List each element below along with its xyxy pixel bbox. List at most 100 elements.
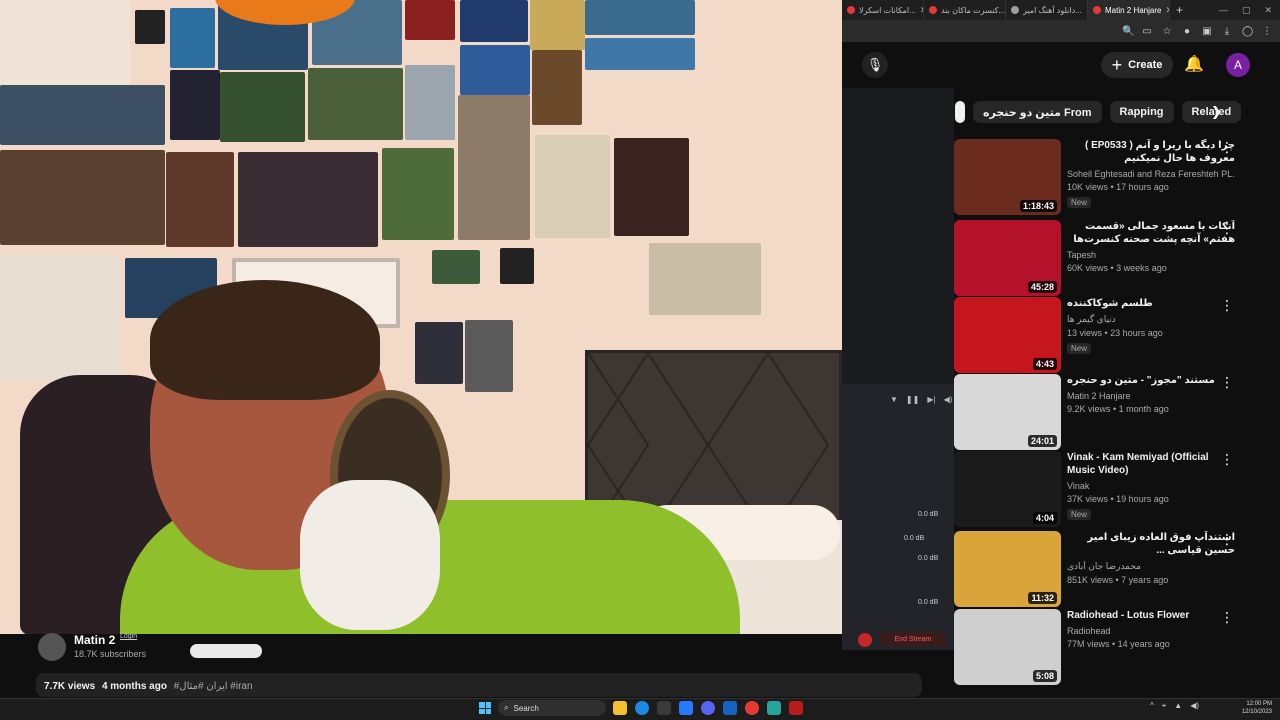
- chip-all[interactable]: [955, 101, 965, 123]
- editor-icon[interactable]: [723, 701, 737, 715]
- more-options-icon[interactable]: ⋮: [1220, 374, 1234, 391]
- cast-icon[interactable]: ▭: [1142, 26, 1152, 37]
- video-meta: Radiohead - Lotus Flower Radiohead 77M v…: [1067, 609, 1235, 649]
- video-title[interactable]: طلسم شوکاکننده: [1067, 297, 1235, 310]
- browser-tab-active[interactable]: Matin 2 Hanjare✕: [1088, 0, 1170, 20]
- close-window-icon[interactable]: ✕: [1264, 5, 1272, 16]
- db-readout: 0.0 dB: [918, 511, 939, 518]
- channel-name[interactable]: محمدرضا جان آبادی: [1067, 561, 1235, 572]
- chevron-right-icon[interactable]: ❯: [1211, 104, 1222, 120]
- channel-name[interactable]: دنیای گیمر ها: [1067, 314, 1235, 325]
- more-options-icon[interactable]: ⋮: [1220, 609, 1234, 626]
- login-link[interactable]: Login: [120, 633, 137, 640]
- video-thumbnail[interactable]: 4:43: [954, 297, 1061, 373]
- poster: [0, 85, 165, 145]
- video-thumbnail[interactable]: 24:01: [954, 374, 1061, 450]
- video-title[interactable]: Vinak - Kam Nemiyad (Official Music Vide…: [1067, 451, 1235, 477]
- channel-name[interactable]: Matin 2 Hanjare: [1067, 391, 1235, 401]
- account-avatar[interactable]: A: [1226, 53, 1250, 77]
- channel-name[interactable]: Vinak: [1067, 481, 1235, 491]
- duration-badge: 24:01: [1027, 435, 1057, 447]
- speaker-icon[interactable]: ◀): [1190, 701, 1199, 711]
- video-thumbnail[interactable]: 45:28: [954, 220, 1061, 296]
- video-thumbnail[interactable]: 1:18:43: [954, 139, 1061, 215]
- chrome-icon[interactable]: [745, 701, 759, 715]
- video-title[interactable]: آنکات با مسعود جمالی «قسمت هفتم» آنچه پش…: [1067, 220, 1235, 246]
- extension-icon[interactable]: ●: [1182, 26, 1192, 37]
- more-options-icon[interactable]: ⋮: [1220, 220, 1234, 237]
- chevron-up-icon[interactable]: ^: [1150, 701, 1154, 711]
- browser-tab[interactable]: دانلود آهنگ امیر...✕: [1006, 0, 1088, 20]
- download-icon[interactable]: ⤓: [1222, 26, 1232, 37]
- description-summary: 7.7K views 4 months ago #ایران #مثال #ir…: [44, 681, 253, 692]
- end-stream-button[interactable]: End Stream: [880, 632, 946, 646]
- obs-icon[interactable]: [789, 701, 803, 715]
- channel-avatar[interactable]: [38, 633, 66, 661]
- video-title[interactable]: Radiohead - Lotus Flower: [1067, 609, 1235, 622]
- recommendation-item[interactable]: 11:32 استندآپ فوق العاده زیبای امیر حسین…: [954, 531, 1254, 609]
- video-thumbnail[interactable]: 5:08: [954, 609, 1061, 685]
- new-tab-icon[interactable]: +: [1170, 3, 1189, 17]
- profile-icon[interactable]: ◯: [1242, 26, 1253, 37]
- recommendation-item[interactable]: 24:01 مستند "مجوز" - متین دو حنجره Matin…: [954, 374, 1254, 452]
- recommendation-item[interactable]: 4:04 Vinak - Kam Nemiyad (Official Music…: [954, 451, 1254, 529]
- terminal-icon[interactable]: [767, 701, 781, 715]
- video-meta: Vinak - Kam Nemiyad (Official Music Vide…: [1067, 451, 1235, 522]
- channel-name[interactable]: Tapesh: [1067, 250, 1235, 260]
- subscribe-button[interactable]: [190, 644, 262, 658]
- store-icon[interactable]: [657, 701, 671, 715]
- obs-media-controls[interactable]: ▼ ❚❚ ▶| ◀): [890, 395, 952, 404]
- recommendation-item[interactable]: 5:08 Radiohead - Lotus Flower Radiohead …: [954, 609, 1254, 687]
- vscode-icon[interactable]: [679, 701, 693, 715]
- video-thumbnail[interactable]: 4:04: [954, 451, 1061, 527]
- chip-from-channel[interactable]: متین دو حنجره From: [973, 101, 1102, 123]
- recommendation-item[interactable]: 45:28 آنکات با مسعود جمالی «قسمت هفتم» آ…: [954, 220, 1254, 298]
- pause-icon[interactable]: ❚❚: [906, 395, 919, 404]
- discord-icon[interactable]: [701, 701, 715, 715]
- recommendation-item[interactable]: 4:43 طلسم شوکاکننده دنیای گیمر ها 13 vie…: [954, 297, 1254, 375]
- channel-name[interactable]: Matin 2: [74, 633, 115, 647]
- bookmark-star-icon[interactable]: ☆: [1162, 26, 1172, 37]
- video-title[interactable]: مستند "مجوز" - متین دو حنجره: [1067, 374, 1235, 387]
- puzzle-icon[interactable]: ▣: [1202, 26, 1212, 37]
- hashtags[interactable]: #ایران #مثال #iran: [174, 681, 253, 692]
- window-controls: — ▢ ✕: [1219, 5, 1280, 16]
- more-options-icon[interactable]: ⋮: [1220, 451, 1234, 468]
- search-icon: ⌕: [504, 703, 509, 712]
- windows-start-icon[interactable]: [479, 702, 491, 714]
- create-button[interactable]: + Create: [1101, 52, 1173, 78]
- chip-rapping[interactable]: Rapping: [1109, 101, 1174, 123]
- more-options-icon[interactable]: ⋮: [1220, 139, 1234, 156]
- poster: [532, 50, 582, 125]
- notifications-bell-icon[interactable]: 🔔: [1184, 54, 1204, 74]
- menu-dots-icon[interactable]: ⋮: [1262, 26, 1272, 37]
- browser-tabstrip: امکانات اسکرلا...✕ کنسرت ماکان بند...✕ د…: [842, 0, 1280, 20]
- more-options-icon[interactable]: ⋮: [1220, 531, 1234, 548]
- record-icon[interactable]: [858, 633, 872, 647]
- file-explorer-icon[interactable]: [613, 701, 627, 715]
- location-icon[interactable]: ⌖: [1162, 701, 1167, 711]
- channel-name[interactable]: Soheil Eghtesadi and Reza Fereshteh PL..…: [1067, 169, 1235, 179]
- video-meta: چرا دیگه با ریرا و آنم ( EP0533 ) معروف …: [1067, 139, 1235, 210]
- network-icon[interactable]: ▲: [1174, 701, 1182, 711]
- filter-icon[interactable]: ▼: [890, 395, 898, 404]
- volume-icon[interactable]: ◀): [944, 395, 953, 404]
- maximize-icon[interactable]: ▢: [1242, 5, 1251, 16]
- view-count: 37K views • 19 hours ago: [1067, 494, 1169, 504]
- more-options-icon[interactable]: ⋮: [1220, 297, 1234, 314]
- zoom-icon[interactable]: 🔍: [1122, 26, 1134, 37]
- video-title[interactable]: استندآپ فوق العاده زیبای امیر حسین قیاسی…: [1067, 531, 1235, 557]
- recommendation-item[interactable]: 1:18:43 چرا دیگه با ریرا و آنم ( EP0533 …: [954, 139, 1254, 217]
- minimize-icon[interactable]: —: [1219, 5, 1228, 16]
- edge-icon[interactable]: [635, 701, 649, 715]
- channel-name[interactable]: Radiohead: [1067, 626, 1235, 636]
- skip-icon[interactable]: ▶|: [927, 395, 935, 404]
- taskbar-clock[interactable]: 12:00 PM 12/10/2023: [1238, 700, 1272, 716]
- taskbar-search[interactable]: ⌕ Search: [498, 700, 606, 716]
- plus-icon: +: [1111, 55, 1123, 75]
- browser-tab[interactable]: امکانات اسکرلا...✕: [842, 0, 924, 20]
- microphone-icon[interactable]: 🎙: [862, 52, 888, 78]
- video-title[interactable]: چرا دیگه با ریرا و آنم ( EP0533 ) معروف …: [1067, 139, 1235, 165]
- video-thumbnail[interactable]: 11:32: [954, 531, 1061, 607]
- browser-tab[interactable]: کنسرت ماکان بند...✕: [924, 0, 1006, 20]
